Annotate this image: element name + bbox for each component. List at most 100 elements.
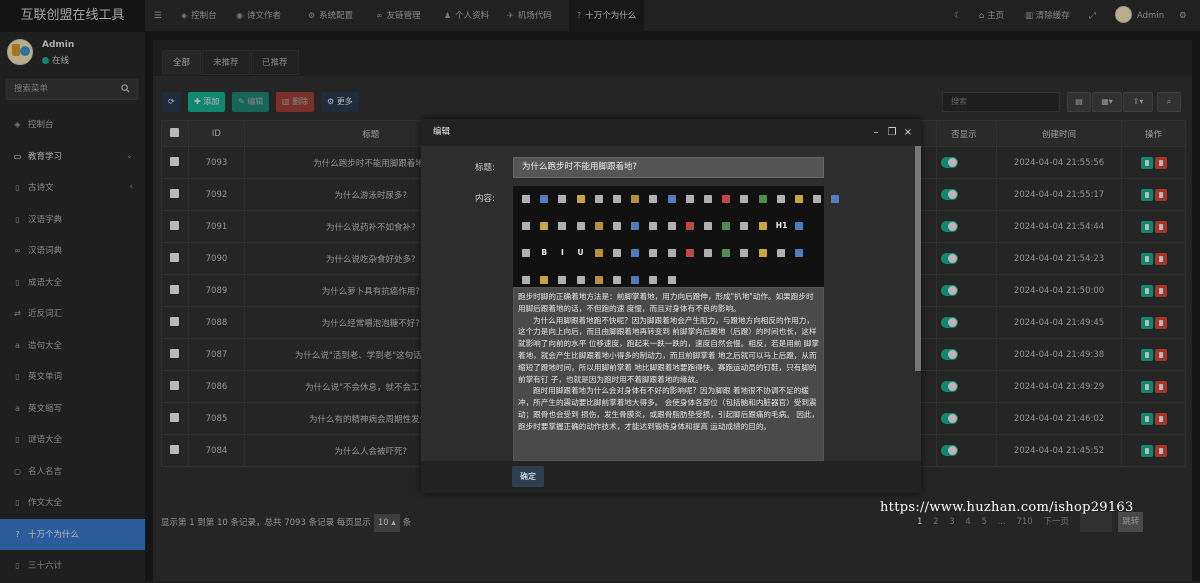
- editor-tool-icon[interactable]: [831, 195, 840, 203]
- editor-tool-icon[interactable]: [613, 222, 621, 230]
- moon-icon[interactable]: ☾: [954, 0, 962, 32]
- table-view-icon[interactable]: ▤: [1067, 92, 1091, 112]
- top-tab-3[interactable]: ∞ 友链管理: [376, 0, 421, 32]
- delete-icon[interactable]: [1154, 316, 1167, 329]
- toggle-switch[interactable]: [941, 413, 959, 424]
- column-header-visible[interactable]: 否显示: [936, 120, 998, 147]
- editor-tool-icon[interactable]: I: [557, 248, 567, 258]
- edit-icon[interactable]: [1140, 316, 1153, 329]
- delete-icon[interactable]: [1154, 380, 1167, 393]
- visible-toggle[interactable]: [936, 370, 998, 403]
- delete-icon[interactable]: [1154, 284, 1167, 297]
- editor-tool-icon[interactable]: [576, 195, 585, 203]
- sidebar-item-14[interactable]: ▯ 三十六计: [0, 550, 145, 582]
- editor-tool-icon[interactable]: [722, 222, 731, 230]
- editor-tool-icon[interactable]: U: [576, 248, 586, 258]
- row-checkbox[interactable]: [161, 306, 189, 339]
- editor-tool-icon[interactable]: [594, 249, 603, 257]
- close-icon[interactable]: ×: [902, 119, 914, 146]
- row-checkbox[interactable]: [161, 370, 189, 403]
- home-link[interactable]: ⌂ 主页: [979, 0, 1004, 32]
- editor-tool-icon[interactable]: [776, 249, 785, 257]
- top-tab-2[interactable]: ⚙ 系统配置: [308, 0, 353, 32]
- modal-scrollbar[interactable]: [915, 146, 921, 371]
- sidebar-item-1[interactable]: ▭ 教育学习 ⌄: [0, 141, 145, 173]
- toggle-switch[interactable]: [941, 157, 959, 168]
- editor-tool-icon[interactable]: [740, 195, 749, 203]
- editor-tool-icon[interactable]: [685, 249, 694, 257]
- delete-icon[interactable]: [1154, 252, 1167, 265]
- edit-button[interactable]: ✎ 编辑: [232, 92, 270, 112]
- sidebar-item-5[interactable]: ▯ 成语大全: [0, 267, 145, 299]
- visible-toggle[interactable]: [936, 402, 998, 435]
- maximize-icon[interactable]: ❐: [886, 119, 898, 146]
- editor-tool-icon[interactable]: [631, 276, 640, 284]
- top-tab-6[interactable]: ? 十万个为什么: [569, 0, 645, 32]
- editor-tool-icon[interactable]: [649, 195, 658, 203]
- clear-cache-button[interactable]: ▥ 清除缓存: [1025, 0, 1070, 32]
- confirm-button[interactable]: 确定: [512, 466, 544, 487]
- refresh-button[interactable]: ⟳: [162, 92, 181, 112]
- editor-tool-icon[interactable]: [704, 222, 712, 230]
- editor-tool-icon[interactable]: [558, 276, 567, 284]
- edit-icon[interactable]: [1140, 348, 1153, 361]
- delete-icon[interactable]: [1154, 220, 1167, 233]
- toggle-switch[interactable]: [941, 285, 959, 296]
- visible-toggle[interactable]: [936, 338, 998, 371]
- toggle-switch[interactable]: [941, 253, 959, 264]
- toggle-switch[interactable]: [941, 189, 959, 200]
- row-checkbox[interactable]: [161, 178, 189, 211]
- editor-tool-icon[interactable]: [758, 222, 767, 230]
- columns-icon[interactable]: ▦▾: [1092, 92, 1122, 112]
- row-checkbox[interactable]: [161, 210, 189, 243]
- top-tab-1[interactable]: ◉ 诗文作者: [236, 0, 281, 32]
- sidebar-item-10[interactable]: ▯ 谜语大全: [0, 424, 145, 456]
- row-checkbox[interactable]: [161, 402, 189, 435]
- editor-tool-icon[interactable]: [649, 249, 658, 257]
- edit-icon[interactable]: [1140, 412, 1153, 425]
- editor-tool-icon[interactable]: [631, 195, 640, 203]
- visible-toggle[interactable]: [936, 274, 998, 307]
- editor-tool-icon[interactable]: [522, 222, 530, 230]
- subtab-all[interactable]: 全部: [162, 50, 202, 75]
- jump-button[interactable]: 跳转: [1118, 512, 1144, 532]
- row-checkbox[interactable]: [161, 434, 189, 467]
- editor-tool-icon[interactable]: [722, 249, 731, 257]
- minimize-icon[interactable]: –: [870, 119, 882, 146]
- toggle-switch[interactable]: [941, 381, 959, 392]
- sidebar-item-4[interactable]: ∞ 汉语词典: [0, 235, 145, 267]
- editor-tool-icon[interactable]: [558, 222, 567, 230]
- editor-tool-icon[interactable]: [540, 276, 549, 284]
- sidebar-item-11[interactable]: ○ 名人名言: [0, 456, 145, 488]
- editor-tool-icon[interactable]: [776, 195, 785, 203]
- edit-icon[interactable]: [1140, 444, 1153, 457]
- edit-icon[interactable]: [1140, 188, 1153, 201]
- editor-tool-icon[interactable]: [667, 195, 676, 203]
- row-checkbox[interactable]: [161, 242, 189, 275]
- editor-tool-icon[interactable]: [558, 195, 567, 203]
- editor-tool-icon[interactable]: [704, 249, 712, 257]
- delete-icon[interactable]: [1154, 188, 1167, 201]
- editor-tool-icon[interactable]: [795, 222, 803, 230]
- editor-tool-icon[interactable]: [522, 276, 530, 284]
- editor-tool-icon[interactable]: [631, 249, 640, 257]
- search-icon[interactable]: ⌕: [1157, 92, 1181, 112]
- editor-tool-icon[interactable]: [613, 195, 621, 203]
- editor-tool-icon[interactable]: [795, 249, 803, 257]
- toggle-switch[interactable]: [941, 317, 959, 328]
- page-5[interactable]: 5: [978, 512, 991, 532]
- editor-tool-icon[interactable]: [722, 195, 731, 203]
- editor-tool-icon[interactable]: [704, 195, 712, 203]
- menu-toggle-icon[interactable]: ☰: [154, 0, 162, 32]
- editor-tool-icon[interactable]: [540, 222, 549, 230]
- subtab-recommended[interactable]: 已推荐: [251, 50, 299, 75]
- edit-icon[interactable]: [1140, 156, 1153, 169]
- editor-tool-icon[interactable]: [631, 222, 640, 230]
- editor-tool-icon[interactable]: [758, 249, 767, 257]
- visible-toggle[interactable]: [936, 242, 998, 275]
- editor-tool-icon[interactable]: [576, 222, 585, 230]
- editor-tool-icon[interactable]: H1: [776, 221, 788, 231]
- delete-icon[interactable]: [1154, 156, 1167, 169]
- fullscreen-icon[interactable]: ⤢: [1089, 0, 1096, 32]
- row-checkbox[interactable]: [161, 338, 189, 371]
